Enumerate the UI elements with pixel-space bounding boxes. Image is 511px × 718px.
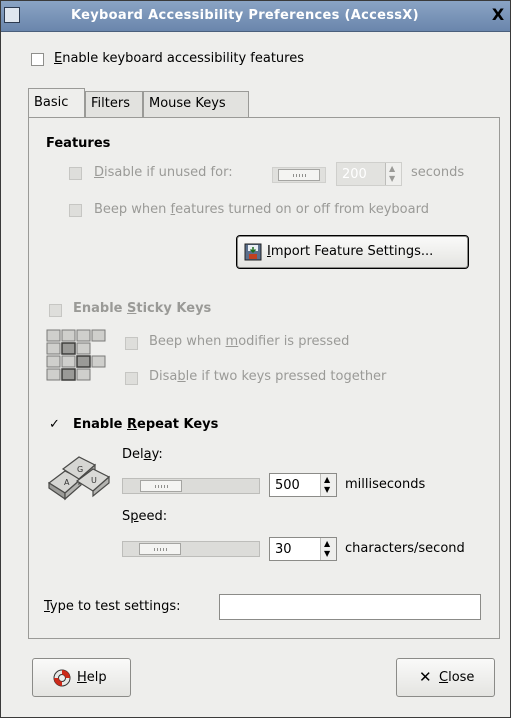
sticky-keys-checkbox[interactable] <box>49 304 62 317</box>
import-icon <box>244 243 262 261</box>
enable-accessibility-label[interactable]: Enable keyboard accessibility features <box>54 51 304 66</box>
spin-arrows-icon[interactable]: ▲ ▼ <box>320 538 336 560</box>
speed-value[interactable]: 30 <box>275 542 292 557</box>
tab-filters[interactable]: Filters <box>85 91 143 117</box>
help-button[interactable]: Help <box>32 658 131 697</box>
close-x-icon: ✕ <box>419 668 432 686</box>
disable-unused-checkbox[interactable] <box>69 167 82 180</box>
sticky-keys-label: Enable Sticky Keys <box>73 301 212 316</box>
disable-unused-slider-thumb[interactable] <box>278 169 320 181</box>
tab-mouse-keys[interactable]: Mouse Keys <box>143 91 249 117</box>
svg-text:G: G <box>77 465 83 474</box>
delay-spinbutton[interactable]: 500 ▲ ▼ <box>269 473 337 497</box>
speed-label: Speed: <box>122 509 168 524</box>
window-title: Keyboard Accessibility Preferences (Acce… <box>71 8 419 23</box>
disable-unused-spinbutton[interactable]: 200 ▲ ▼ <box>336 162 402 186</box>
beep-modifier-checkbox[interactable] <box>125 337 138 350</box>
features-heading: Features <box>46 136 111 151</box>
import-feature-settings-button[interactable]: Import Feature Settings... <box>236 235 469 269</box>
spin-arrows-icon[interactable]: ▲ ▼ <box>320 474 336 496</box>
help-button-label: Help <box>77 670 107 685</box>
repeat-keys-icon: A G U <box>47 456 111 501</box>
disable-unused-slider[interactable] <box>272 167 326 183</box>
test-settings-label: Type to test settings: <box>44 599 181 614</box>
delay-slider-thumb[interactable] <box>140 480 182 492</box>
spin-arrows-icon[interactable]: ▲ ▼ <box>385 163 401 185</box>
import-button-label: Import Feature Settings... <box>267 244 434 259</box>
disable-two-keys-checkbox[interactable] <box>125 372 138 385</box>
title-bar: Keyboard Accessibility Preferences (Acce… <box>1 1 510 32</box>
lifebuoy-icon <box>53 669 71 687</box>
delay-unit: milliseconds <box>345 477 426 492</box>
close-button[interactable]: ✕ Close <box>396 658 495 697</box>
beep-features-checkbox[interactable] <box>69 204 82 217</box>
svg-text:U: U <box>91 476 97 485</box>
dialog-window: Keyboard Accessibility Preferences (Acce… <box>0 0 511 718</box>
tab-basic[interactable]: Basic <box>28 88 85 118</box>
delay-label: Delay: <box>122 447 163 462</box>
enable-accessibility-checkbox[interactable] <box>31 53 44 66</box>
repeat-keys-label[interactable]: Enable Repeat Keys <box>73 417 218 432</box>
disable-unused-label: Disable if unused for: <box>94 165 233 180</box>
disable-two-keys-label: Disable if two keys pressed together <box>149 369 387 384</box>
beep-modifier-label: Beep when modifier is pressed <box>149 334 350 349</box>
speed-slider-thumb[interactable] <box>139 543 181 555</box>
window-close-button[interactable]: X <box>488 5 508 25</box>
window-menu-icon[interactable] <box>4 7 20 23</box>
delay-value[interactable]: 500 <box>275 478 300 493</box>
svg-text:A: A <box>64 478 70 487</box>
repeat-keys-checkbox[interactable] <box>49 417 62 433</box>
disable-unused-unit: seconds <box>411 165 465 180</box>
sticky-keys-icon <box>46 329 106 381</box>
close-button-label: Close <box>439 670 475 685</box>
speed-slider[interactable] <box>122 541 260 557</box>
disable-unused-value: 200 <box>342 167 367 182</box>
speed-unit: characters/second <box>345 541 465 556</box>
delay-slider[interactable] <box>122 478 260 494</box>
test-settings-input[interactable] <box>219 594 481 620</box>
beep-features-label: Beep when features turned on or off from… <box>94 202 429 217</box>
speed-spinbutton[interactable]: 30 ▲ ▼ <box>269 537 337 561</box>
